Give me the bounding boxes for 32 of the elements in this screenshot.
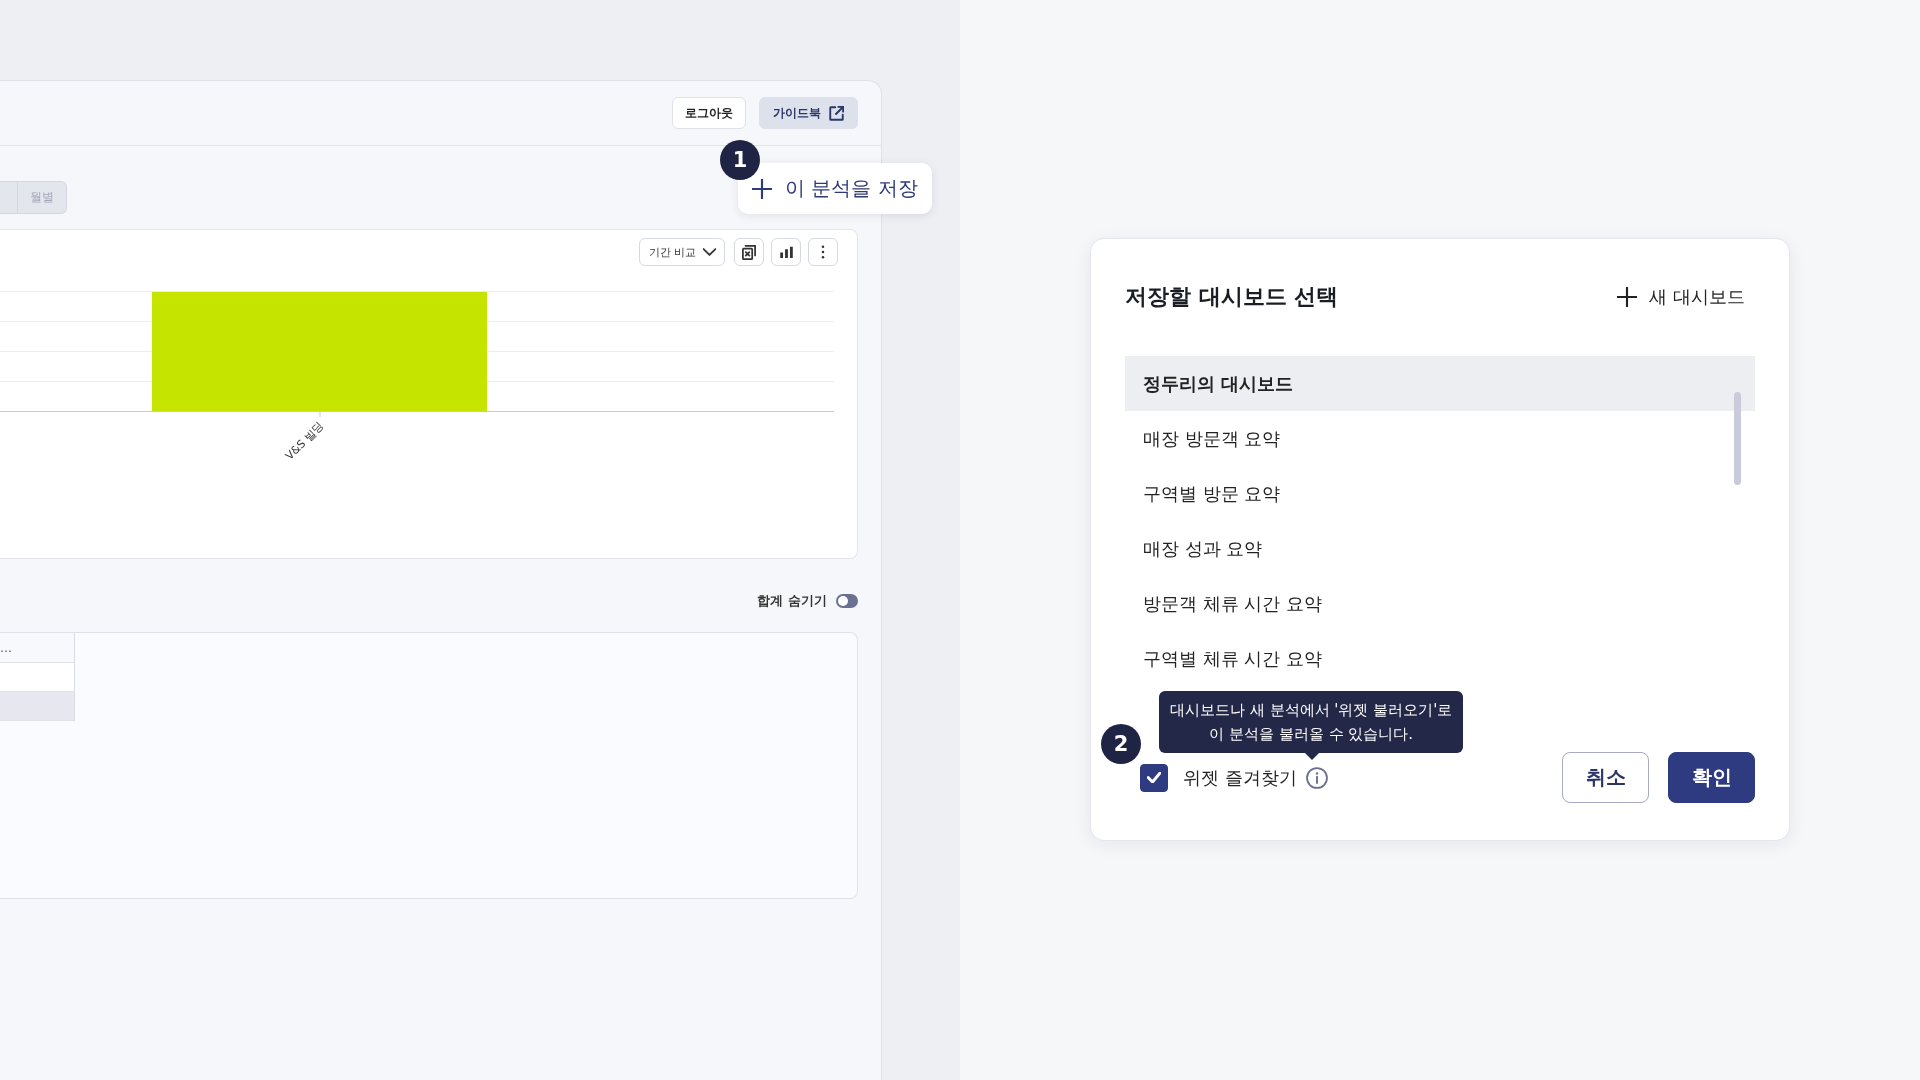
toggle-switch[interactable] xyxy=(836,594,858,608)
plus-icon xyxy=(1617,287,1638,307)
more-icon xyxy=(821,245,825,259)
dialog-title: 저장할 대시보드 선택 xyxy=(1125,283,1339,311)
dashboard-item[interactable]: 매장 방문객 요약 xyxy=(1125,411,1755,466)
step-badge: 2 xyxy=(1101,724,1141,764)
external-link-icon xyxy=(829,105,844,121)
dashboard-item[interactable]: 방문객 체류 시간 요약 xyxy=(1125,576,1755,631)
scrollbar-thumb[interactable] xyxy=(1734,392,1741,485)
confirm-button[interactable]: 확인 xyxy=(1668,752,1755,803)
tooltip: 대시보드나 새 분석에서 '위젯 불러오기'로 이 분석을 불러올 수 있습니다. xyxy=(1159,691,1464,760)
dashboard-item[interactable]: 구역별 체류 시간 요약 xyxy=(1125,631,1755,686)
file-x-icon xyxy=(742,244,756,260)
cancel-button[interactable]: 취소 xyxy=(1562,752,1649,803)
dashboard-item[interactable]: 구역별 방문 요약 xyxy=(1125,466,1755,521)
info-icon xyxy=(1305,766,1328,789)
dashboard-item[interactable]: 매장 성과 요약 xyxy=(1125,521,1755,576)
plus-icon xyxy=(752,178,772,199)
chart-type-button[interactable] xyxy=(771,238,801,266)
check-icon xyxy=(1147,772,1161,783)
bar-chart-icon xyxy=(779,245,793,259)
checkbox[interactable] xyxy=(1140,763,1168,792)
new-dashboard-button[interactable]: 새 대시보드 xyxy=(1617,285,1755,309)
column-header: … xyxy=(0,640,12,657)
logout-button[interactable]: 로그아웃 xyxy=(672,97,746,129)
export-button[interactable] xyxy=(734,238,764,266)
chevron-down-icon xyxy=(703,248,716,256)
dashboard-item[interactable]: 정두리의 대시보드 xyxy=(1125,356,1755,411)
compare-dropdown[interactable]: 기간 비교 xyxy=(638,238,725,266)
checkbox-label: 위젯 즐겨찾기 xyxy=(1183,765,1297,790)
guidebook-button[interactable]: 가이드북 xyxy=(759,97,858,129)
toggle-label: 합계 숨기기 xyxy=(757,592,827,610)
